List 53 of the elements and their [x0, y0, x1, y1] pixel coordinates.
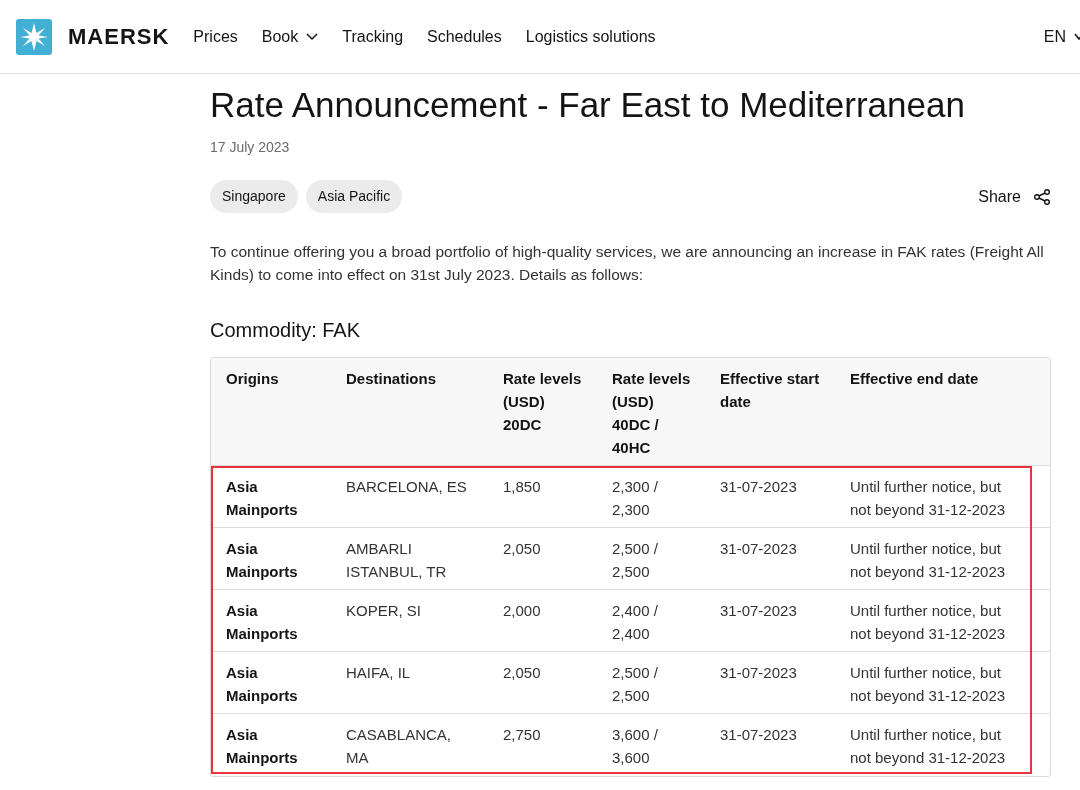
- nav-link[interactable]: Schedules: [427, 24, 502, 49]
- column-header: Origins: [225, 369, 280, 389]
- table-cell-text: 2,000: [503, 601, 542, 621]
- table-cell-text: 1,850: [503, 477, 542, 497]
- table-cell-text: AMBARLI ISTANBUL, TR: [346, 539, 448, 582]
- nav-link[interactable]: Tracking: [342, 24, 404, 49]
- column-header: Rate levels (USD) 40DC / 40HC: [612, 369, 692, 458]
- publish-date: 17 July 2023: [210, 138, 291, 157]
- table-cell-text: Asia Mainports: [225, 539, 299, 582]
- language-selector[interactable]: EN: [1043, 24, 1080, 49]
- nav-link[interactable]: Prices: [193, 24, 238, 49]
- page-title: Rate Announcement - Far East to Mediterranean: [210, 84, 966, 126]
- star-logo-icon[interactable]: [16, 18, 52, 55]
- table-cell-text: 31-07-2023: [720, 725, 798, 745]
- table-cell-text: Asia Mainports: [225, 477, 299, 520]
- column-header: Effective end date: [850, 369, 980, 389]
- nav-link[interactable]: Logistics solutions: [525, 24, 656, 49]
- column-header: Rate levels (USD) 20DC: [503, 369, 583, 435]
- table-cell-text: 2,500 / 2,500: [612, 539, 659, 582]
- share-icon: [1033, 187, 1051, 206]
- table-cell-text: 2,050: [503, 539, 542, 559]
- table-cell-text: HAIFA, IL: [346, 663, 412, 683]
- intro-paragraph: To continue offering you a broad portfolio of high-quality services, we are announcing an increase in FAK rates (Freight All Kinds) to come into effect on 31st July 2023. Details as follows:: [210, 242, 1045, 285]
- table-cell-text: 31-07-2023: [720, 477, 798, 497]
- table-cell-text: 2,500 / 2,500: [612, 663, 659, 706]
- table-cell-text: Until further notice, but not beyond 31-12-2023: [850, 477, 1007, 520]
- table-cell-text: 31-07-2023: [720, 601, 798, 621]
- table-cell-text: Until further notice, but not beyond 31-12-2023: [850, 539, 1007, 582]
- table-cell-text: 2,050: [503, 663, 542, 683]
- chevron-down-icon: [306, 32, 319, 41]
- nav-link[interactable]: Book: [261, 24, 319, 49]
- share-link[interactable]: Share: [978, 184, 1051, 209]
- table-cell-text: 2,750: [503, 725, 542, 745]
- tag-chip[interactable]: Singapore: [210, 180, 298, 213]
- table-cell-text: CASABLANCA, MA: [346, 725, 453, 768]
- table-cell-text: Until further notice, but not beyond 31-12-2023: [850, 725, 1007, 768]
- table-cell-text: Until further notice, but not beyond 31-12-2023: [850, 663, 1007, 706]
- brand-name[interactable]: MAERSK: [68, 20, 170, 53]
- table-cell-text: Asia Mainports: [225, 725, 299, 768]
- column-header: Effective start date: [720, 369, 821, 412]
- table-cell-text: 31-07-2023: [720, 539, 798, 559]
- table-cell-text: BARCELONA, ES: [346, 477, 468, 497]
- table-cell-text: 31-07-2023: [720, 663, 798, 683]
- table-cell-text: 2,400 / 2,400: [612, 601, 659, 644]
- table-cell-text: Until further notice, but not beyond 31-12-2023: [850, 601, 1007, 644]
- table-cell-text: Asia Mainports: [225, 663, 299, 706]
- column-header: Destinations: [346, 369, 437, 389]
- table-cell-text: Asia Mainports: [225, 601, 299, 644]
- tag-chip[interactable]: Asia Pacific: [305, 180, 403, 213]
- table-cell-text: KOPER, SI: [346, 601, 423, 621]
- table-cell-text: 3,600 / 3,600: [612, 725, 659, 768]
- section-heading: Commodity: FAK: [210, 318, 362, 343]
- table-cell-text: 2,300 / 2,300: [612, 477, 659, 520]
